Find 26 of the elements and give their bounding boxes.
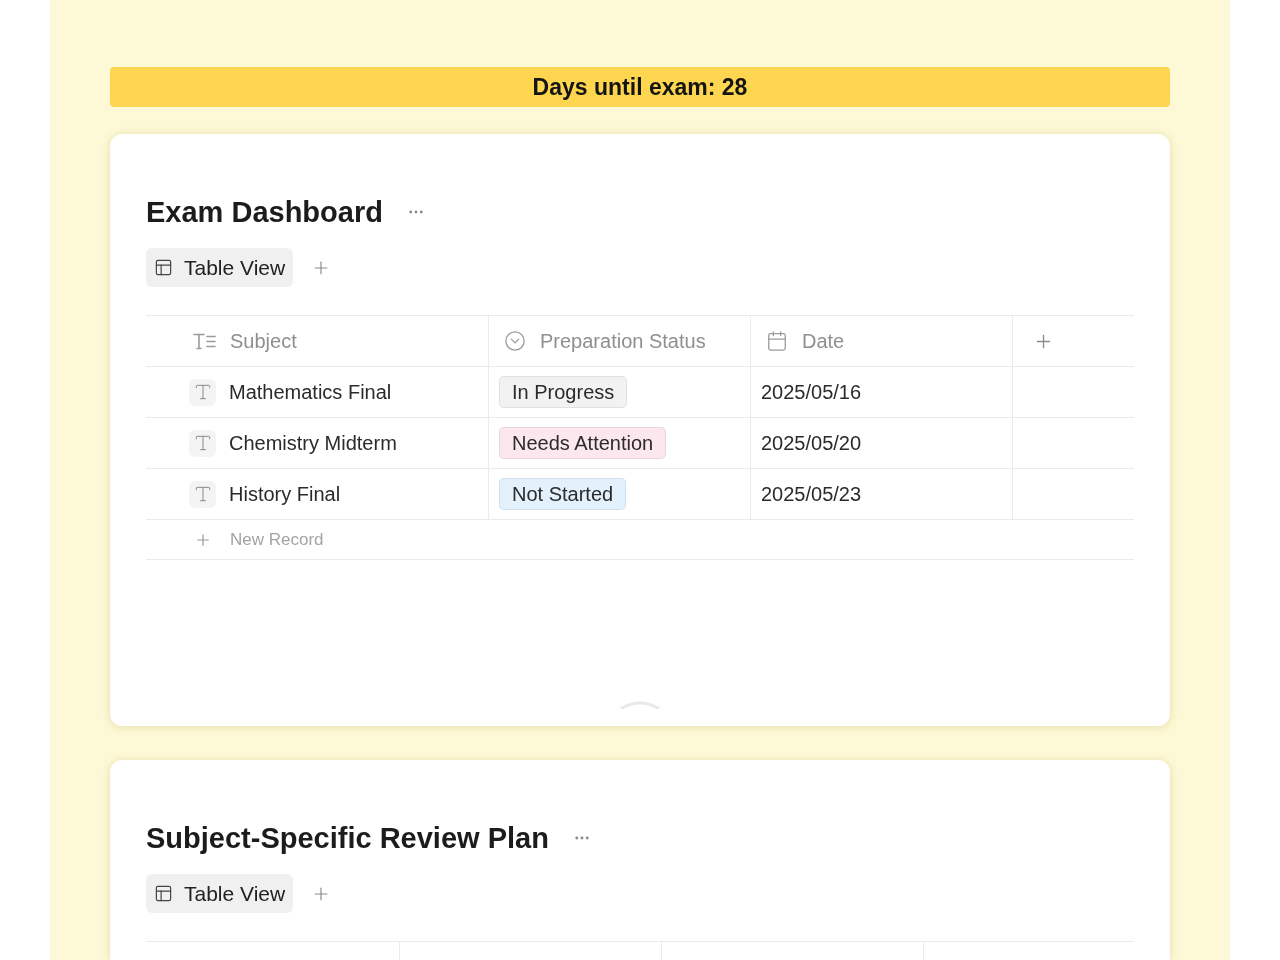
database-title: Exam Dashboard bbox=[146, 195, 383, 230]
calendar-icon bbox=[766, 330, 788, 352]
table-layout-icon bbox=[154, 884, 173, 903]
text-type-icon bbox=[189, 429, 216, 457]
column-header[interactable]: Preparation Status bbox=[540, 326, 706, 356]
column-header[interactable]: Date bbox=[802, 326, 845, 356]
table-cell-text: History Final bbox=[229, 482, 341, 507]
view-tab[interactable]: Table View bbox=[146, 248, 294, 287]
status-tag: Not Started bbox=[499, 478, 627, 510]
column-header[interactable]: Subject bbox=[230, 326, 297, 356]
view-tab[interactable]: Table View bbox=[146, 874, 294, 913]
table-cell-text: Mathematics Final bbox=[229, 380, 392, 405]
status-tag: Needs Attention bbox=[499, 427, 667, 459]
table-cell-text: 2025/05/23 bbox=[761, 482, 862, 507]
countdown-banner: Days until exam: 28 bbox=[110, 67, 1170, 107]
text-field-icon bbox=[193, 332, 216, 350]
circle-chevron-down-icon bbox=[504, 330, 526, 352]
table-cell-text: Chemistry Midterm bbox=[229, 431, 397, 456]
table-cell-text: 2025/05/16 bbox=[761, 380, 862, 405]
table-layout-icon bbox=[154, 258, 173, 277]
new-record-button[interactable]: New Record bbox=[194, 526, 324, 553]
status-tag: In Progress bbox=[499, 376, 628, 408]
table-cell-text: 2025/05/20 bbox=[761, 431, 862, 456]
text-type-icon bbox=[189, 480, 216, 508]
text-type-icon bbox=[189, 378, 216, 406]
database-title: Subject-Specific Review Plan bbox=[146, 821, 549, 856]
